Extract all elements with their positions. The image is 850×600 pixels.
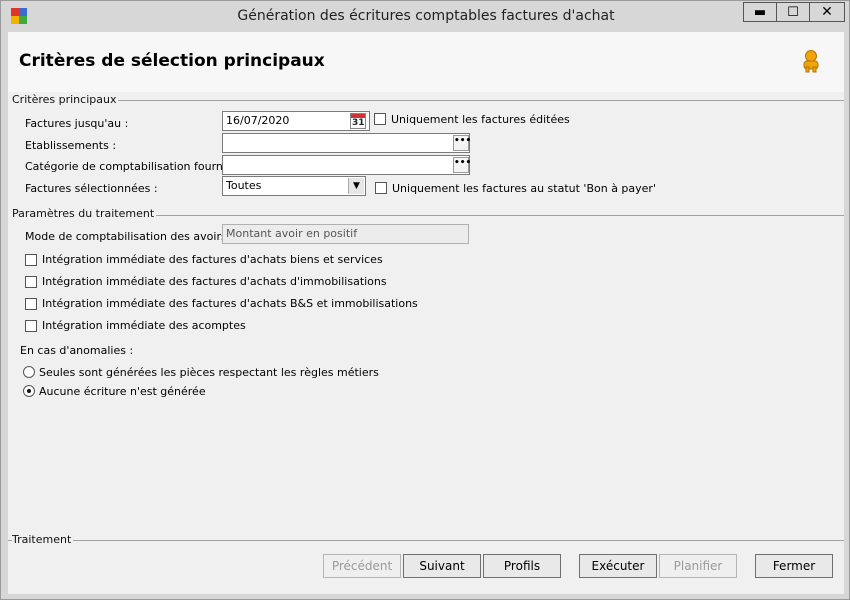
radio-aucune-ecriture[interactable] [23,385,35,397]
mode-avoirs-label: Mode de comptabilisation des avoirs : [25,230,234,243]
checkbox-integration-acomptes[interactable] [25,320,37,332]
etablissements-label: Etablissements : [25,139,117,152]
profils-button[interactable]: Profils [483,554,561,578]
integration-immo-label: Intégration immédiate des factures d'ach… [42,275,387,288]
chevron-down-icon[interactable]: ▼ [348,178,364,194]
maximize-button[interactable]: ☐ [776,2,810,22]
categorie-browse-button[interactable]: ••• [453,157,471,173]
selectionnees-select[interactable]: Toutes [222,176,366,196]
anomalies-label: En cas d'anomalies : [20,344,134,357]
close-button[interactable]: ✕ [809,2,845,22]
etablissements-browse-button[interactable]: ••• [453,135,471,151]
fermer-button[interactable]: Fermer [755,554,833,578]
checkbox-uniquement-statut[interactable] [375,182,387,194]
etablissements-field[interactable] [222,133,470,153]
window-title: Génération des écritures comptables fact… [237,8,615,24]
integration-bs-immo-label: Intégration immédiate des factures d'ach… [42,297,418,310]
dialog-client: Critères de sélection principaux Critère… [8,32,844,594]
dialog-window: Génération des écritures comptables fact… [0,0,850,600]
planifier-button[interactable]: Planifier [659,554,737,578]
page-title: Critères de sélection principaux [19,51,325,71]
checkbox-integration-bs-immo[interactable] [25,298,37,310]
calendar-icon[interactable]: 31 [350,113,366,129]
radio-aucune-ecriture-label: Aucune écriture n'est générée [39,385,206,398]
radio-regles-metiers[interactable] [23,366,35,378]
categorie-field[interactable] [222,155,470,175]
uniquement-statut-label: Uniquement les factures au statut 'Bon à… [392,182,656,195]
radio-regles-metiers-label: Seules sont générées les pièces respecta… [39,366,379,379]
group-divider [12,100,844,101]
uniquement-editees-label: Uniquement les factures éditées [391,113,570,126]
group-divider [8,540,844,541]
categorie-label: Catégorie de comptabilisation fourn. : [25,160,234,173]
factures-date-field[interactable]: 16/07/2020 [222,111,370,131]
integration-bs-label: Intégration immédiate des factures d'ach… [42,253,383,266]
group-title-traitement: Paramètres du traitement [12,207,157,220]
selectionnees-value: Toutes [226,179,262,192]
user-icon [803,50,819,73]
title-bar[interactable]: Génération des écritures comptables fact… [1,1,849,31]
app-icon [11,8,28,25]
group-title-footer: Traitement [12,533,74,546]
suivant-button[interactable]: Suivant [403,554,481,578]
integration-acomptes-label: Intégration immédiate des acomptes [42,319,246,332]
mode-avoirs-field: Montant avoir en positif [222,224,469,244]
selectionnees-label: Factures sélectionnées : [25,182,158,195]
group-title-criteres: Critères principaux [12,93,119,106]
minimize-button[interactable]: ▬ [743,2,777,22]
factures-jusquau-label: Factures jusqu'au : [25,117,129,130]
precedent-button[interactable]: Précédent [323,554,401,578]
checkbox-uniquement-editees[interactable] [374,113,386,125]
dialog-header: Critères de sélection principaux [8,32,844,92]
executer-button[interactable]: Exécuter [579,554,657,578]
checkbox-integration-immo[interactable] [25,276,37,288]
checkbox-integration-bs[interactable] [25,254,37,266]
